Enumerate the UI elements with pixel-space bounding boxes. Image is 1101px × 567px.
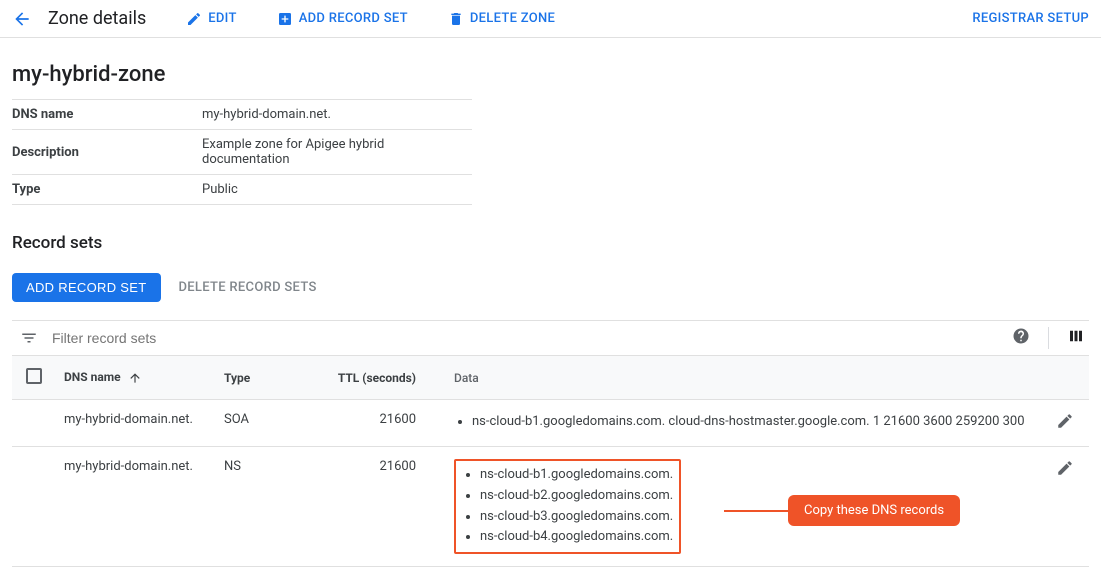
select-all-checkbox[interactable]: [26, 368, 42, 384]
meta-dns-name-value: my-hybrid-domain.net.: [202, 100, 472, 130]
edit-row-icon[interactable]: [1056, 459, 1074, 477]
meta-type-label: Type: [12, 175, 202, 205]
cell-ttl: 21600: [326, 400, 446, 447]
registrar-setup-button[interactable]: REGISTRAR SETUP: [972, 11, 1089, 26]
pencil-icon: [186, 11, 202, 27]
col-data[interactable]: Data: [446, 356, 1041, 400]
meta-dns-name-label: DNS name: [12, 100, 202, 130]
help-icon[interactable]: [1012, 327, 1030, 349]
col-type[interactable]: Type: [216, 356, 326, 400]
table-row: my-hybrid-domain.net. NS 21600 ns-cloud-…: [12, 447, 1089, 567]
filter-record-sets-input[interactable]: [50, 329, 1012, 347]
sort-ascending-icon: [128, 371, 142, 385]
edit-button[interactable]: EDIT: [186, 11, 236, 27]
cell-type: SOA: [216, 400, 326, 447]
cell-type: NS: [216, 447, 326, 567]
add-record-set-button[interactable]: ADD RECORD SET: [12, 273, 161, 302]
record-sets-table: DNS name Type TTL (seconds) Data my-hybr…: [12, 356, 1089, 567]
delete-zone-button[interactable]: DELETE ZONE: [448, 11, 555, 27]
cell-dns-name: my-hybrid-domain.net.: [56, 447, 216, 567]
edit-row-icon[interactable]: [1056, 412, 1074, 430]
add-record-set-top-button[interactable]: ADD RECORD SET: [277, 11, 408, 27]
ns-records-highlight-box: ns-cloud-b1.googledomains.com. ns-cloud-…: [454, 459, 681, 554]
delete-zone-label: DELETE ZONE: [470, 11, 555, 26]
delete-record-sets-button: DELETE RECORD SETS: [179, 280, 317, 295]
table-row: my-hybrid-domain.net. SOA 21600 ns-cloud…: [12, 400, 1089, 447]
col-dns-name[interactable]: DNS name: [56, 356, 216, 400]
zone-name-heading: my-hybrid-zone: [12, 62, 1089, 87]
page-title: Zone details: [48, 8, 146, 29]
callout-annotation: Copy these DNS records: [724, 495, 960, 526]
filter-icon[interactable]: [20, 329, 38, 347]
cell-data: ns-cloud-b1.googledomains.com. ns-cloud-…: [462, 465, 673, 548]
meta-description-label: Description: [12, 130, 202, 175]
col-ttl[interactable]: TTL (seconds): [326, 356, 446, 400]
back-arrow-icon[interactable]: [12, 9, 32, 29]
edit-label: EDIT: [208, 11, 236, 26]
add-box-icon: [277, 11, 293, 27]
trash-icon: [448, 11, 464, 27]
separator: [1048, 327, 1049, 349]
cell-data: ns-cloud-b1.googledomains.com. cloud-dns…: [454, 412, 1033, 433]
cell-dns-name: my-hybrid-domain.net.: [56, 400, 216, 447]
cell-ttl: 21600: [326, 447, 446, 567]
meta-description-value: Example zone for Apigee hybrid documenta…: [202, 130, 472, 175]
add-record-set-top-label: ADD RECORD SET: [299, 11, 408, 26]
callout-text: Copy these DNS records: [788, 495, 960, 526]
columns-icon[interactable]: [1067, 327, 1085, 349]
zone-metadata-table: DNS name my-hybrid-domain.net. Descripti…: [12, 99, 472, 205]
meta-type-value: Public: [202, 175, 472, 205]
record-sets-heading: Record sets: [12, 233, 1089, 253]
